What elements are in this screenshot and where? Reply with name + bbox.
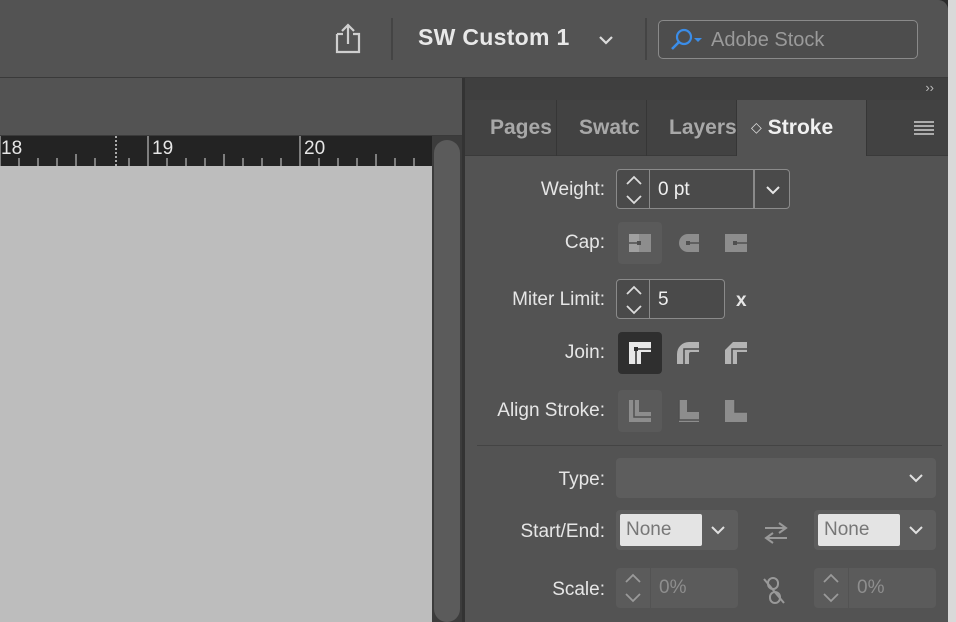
bevel-join-icon[interactable] bbox=[714, 332, 758, 374]
weight-input[interactable]: 0 pt bbox=[650, 169, 754, 209]
ruler-label: 18 bbox=[1, 138, 23, 159]
chevron-up-icon bbox=[823, 573, 839, 583]
start-end-label: Start/End: bbox=[520, 521, 606, 542]
miter-limit-stepper[interactable] bbox=[616, 279, 650, 319]
tab-swatches[interactable]: Swatc bbox=[557, 100, 647, 156]
swap-arrowheads-icon[interactable] bbox=[761, 522, 791, 544]
chevron-down-icon[interactable] bbox=[598, 32, 614, 48]
search-placeholder: Adobe Stock bbox=[711, 29, 825, 51]
align-stroke-inside-icon[interactable] bbox=[666, 390, 710, 432]
chevron-down-icon bbox=[711, 526, 725, 535]
cap-label: Cap: bbox=[564, 232, 605, 253]
toolbar-separator bbox=[391, 18, 393, 60]
align-stroke-center-icon[interactable] bbox=[618, 390, 662, 432]
share-icon[interactable] bbox=[331, 22, 365, 56]
app-window: SW Custom 1 Adobe Stock 18 19 20 ›› Page… bbox=[0, 0, 948, 622]
chevron-up-icon bbox=[625, 573, 641, 583]
chevron-down-icon[interactable] bbox=[624, 302, 644, 316]
unlink-scale-icon[interactable] bbox=[761, 576, 787, 606]
chevron-down-icon bbox=[909, 526, 923, 535]
tab-stroke[interactable]: ◇ Stroke bbox=[737, 100, 867, 156]
chevron-up-icon[interactable] bbox=[624, 174, 644, 188]
tab-label: Pages bbox=[490, 116, 552, 139]
start-scale-input[interactable]: 0% bbox=[651, 568, 738, 608]
collapse-panels-icon[interactable]: ›› bbox=[925, 80, 934, 95]
application-bar: SW Custom 1 Adobe Stock bbox=[0, 0, 948, 78]
panel-menu-icon[interactable] bbox=[914, 120, 934, 136]
tab-label: Layers bbox=[669, 116, 737, 139]
search-icon bbox=[667, 28, 705, 52]
stroke-panel: ›› Pages Swatc Layers ◇ Stroke Weight: 0 … bbox=[465, 78, 948, 622]
butt-cap-icon[interactable] bbox=[618, 222, 662, 264]
end-arrowhead-value: None bbox=[818, 514, 900, 546]
chevron-down-icon bbox=[625, 593, 641, 603]
chevron-down-icon bbox=[823, 593, 839, 603]
end-arrowhead-select[interactable]: None bbox=[814, 510, 936, 550]
section-divider bbox=[477, 445, 942, 446]
panel-tabs: Pages Swatc Layers ◇ Stroke bbox=[465, 100, 948, 156]
projecting-cap-icon[interactable] bbox=[714, 222, 758, 264]
miter-unit-label: x bbox=[736, 290, 747, 311]
tab-label: Stroke bbox=[767, 116, 834, 139]
stroke-type-select[interactable] bbox=[616, 458, 936, 498]
end-scale-input[interactable]: 0% bbox=[849, 568, 936, 608]
type-label: Type: bbox=[558, 469, 605, 490]
miter-limit-label: Miter Limit: bbox=[512, 289, 605, 310]
ruler-label: 19 bbox=[152, 138, 174, 159]
horizontal-ruler[interactable]: 18 19 20 bbox=[0, 136, 432, 166]
weight-dropdown-button[interactable] bbox=[754, 169, 790, 209]
workspace-switcher-label[interactable]: SW Custom 1 bbox=[418, 24, 570, 51]
round-join-icon[interactable] bbox=[666, 332, 710, 374]
vertical-scrollbar[interactable] bbox=[432, 136, 462, 622]
start-arrowhead-value: None bbox=[620, 514, 702, 546]
toolbar-separator bbox=[645, 18, 647, 60]
align-stroke-outside-icon[interactable] bbox=[714, 390, 758, 432]
chevron-down-icon bbox=[909, 474, 923, 483]
end-scale-stepper[interactable] bbox=[814, 568, 848, 608]
align-stroke-label: Align Stroke: bbox=[497, 400, 605, 421]
miter-join-icon[interactable] bbox=[618, 332, 662, 374]
background-window-edge bbox=[948, 0, 956, 622]
start-arrowhead-select[interactable]: None bbox=[616, 510, 738, 550]
join-label: Join: bbox=[564, 342, 605, 363]
chevron-down-icon bbox=[766, 186, 780, 195]
tab-pages[interactable]: Pages bbox=[465, 100, 557, 156]
miter-limit-input[interactable]: 5 bbox=[650, 279, 725, 319]
tab-label: Swatc bbox=[579, 116, 640, 139]
tab-layers[interactable]: Layers bbox=[647, 100, 737, 156]
ruler-label: 20 bbox=[304, 138, 326, 159]
weight-label: Weight: bbox=[540, 179, 605, 200]
weight-stepper[interactable] bbox=[616, 169, 650, 209]
document-tab-bar bbox=[0, 78, 462, 136]
adobe-stock-search-input[interactable]: Adobe Stock bbox=[658, 20, 918, 59]
document-canvas[interactable] bbox=[0, 166, 432, 622]
chevron-down-icon[interactable] bbox=[624, 192, 644, 206]
chevron-up-icon[interactable] bbox=[624, 284, 644, 298]
tab-reorder-icon: ◇ bbox=[751, 119, 762, 135]
scrollbar-thumb[interactable] bbox=[434, 140, 460, 622]
round-cap-icon[interactable] bbox=[666, 222, 710, 264]
ruler-ticks bbox=[0, 136, 415, 166]
start-scale-stepper[interactable] bbox=[616, 568, 650, 608]
scale-label: Scale: bbox=[552, 579, 605, 600]
panel-header: ›› bbox=[465, 78, 948, 100]
